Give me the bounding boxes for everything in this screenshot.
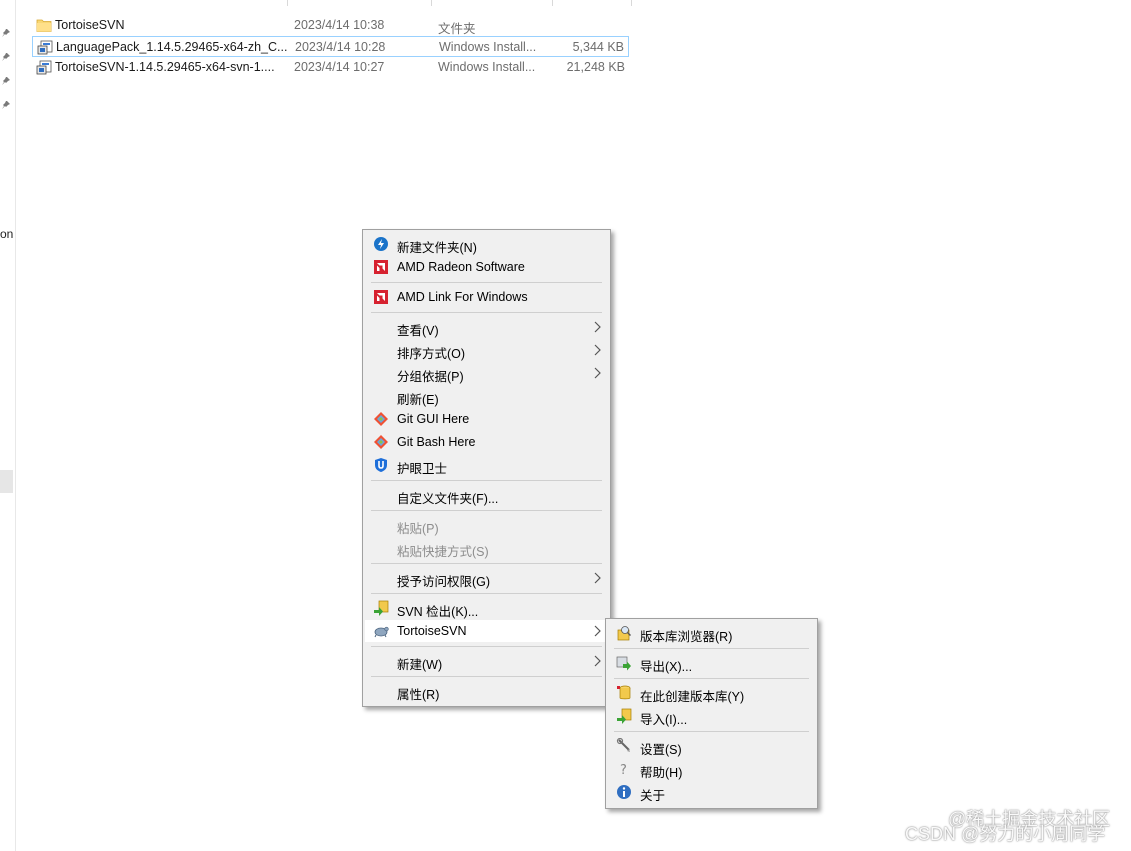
submenu-item-create-repo[interactable]: 在此创建版本库(Y) [608,682,815,704]
menu-item-git-bash[interactable]: Git Bash Here [365,431,608,453]
git-icon [374,412,388,426]
menu-separator [371,282,602,283]
chevron-right-icon [594,655,601,667]
column-divider[interactable] [287,0,288,6]
pin-icon[interactable] [1,76,11,86]
submenu-item-settings[interactable]: 设置(S) [608,735,815,757]
shield-icon [375,458,387,472]
menu-separator [371,646,602,647]
menu-item-customize-folder[interactable]: 自定义文件夹(F)... [365,484,608,506]
column-header [17,0,632,6]
menu-item-git-gui[interactable]: Git GUI Here [365,408,608,430]
submenu-item-about[interactable]: 关于 [608,781,815,803]
svg-text:?: ? [620,763,627,777]
menu-item-tortoisesvn[interactable]: TortoiseSVN [365,620,608,642]
folder-icon [36,19,52,32]
navigation-pane: on [0,0,16,851]
file-name: LanguagePack_1.14.5.29465-x64-zh_C... [56,40,288,54]
menu-item-refresh[interactable]: 刷新(E) [365,385,608,407]
chevron-right-icon [594,321,601,333]
file-name: TortoiseSVN-1.14.5.29465-x64-svn-1.... [55,60,275,74]
column-divider[interactable] [552,0,553,6]
msi-installer-icon [36,60,52,75]
settings-icon [616,738,630,752]
menu-item-new[interactable]: 新建(W) [365,650,608,672]
file-date: 2023/4/14 10:27 [294,60,385,74]
file-row-languagepack[interactable]: LanguagePack_1.14.5.29465-x64-zh_C... 20… [32,36,629,57]
menu-item-paste-shortcut: 粘贴快捷方式(S) [397,545,489,559]
export-icon [616,656,631,671]
chevron-right-icon [594,344,601,356]
file-size: 21,248 KB [566,60,625,74]
watermark-line-2: CSDN @努力的小周同学 [905,824,1106,844]
menu-item-sort-by[interactable]: 排序方式(O) [365,339,608,361]
msi-installer-icon [37,40,53,55]
tortoise-icon [374,626,389,638]
repo-browser-icon [617,626,631,641]
menu-separator [371,510,602,511]
menu-item-group-by[interactable]: 分组依据(P) [365,362,608,384]
context-menu: 新建文件夹(N) AMD Radeon Software AMD Link Fo… [362,229,611,707]
git-icon [374,435,388,449]
submenu-item-import[interactable]: 导入(I)... [608,705,815,727]
menu-item-grant-access[interactable]: 授予访问权限(G) [365,567,608,589]
submenu-item-repo-browser[interactable]: 版本库浏览器(R) [608,622,815,644]
svn-checkout-icon [374,600,389,616]
menu-separator [371,593,602,594]
submenu-item-help[interactable]: ? 帮助(H) [608,758,815,780]
tortoisesvn-submenu: 版本库浏览器(R) 导出(X)... 在此创建版本库(Y) 导入(I)... 设… [605,618,818,809]
amd-icon [374,260,388,274]
file-type: Windows Install... [439,40,537,54]
nav-scrollbar-thumb[interactable] [0,470,13,493]
menu-separator [371,480,602,481]
menu-item-amd-radeon[interactable]: AMD Radeon Software [365,256,608,278]
file-row-folder[interactable]: TortoiseSVN 2023/4/14 10:38 文件夹 [32,15,629,36]
about-icon [617,785,631,799]
menu-item-properties[interactable]: 属性(R) [365,680,608,702]
menu-separator [614,678,809,679]
menu-separator [614,648,809,649]
chevron-right-icon [594,572,601,584]
menu-item-new-folder[interactable]: 新建文件夹(N) [365,233,608,255]
file-date: 2023/4/14 10:38 [294,18,385,32]
column-divider[interactable] [631,0,632,6]
pin-icon[interactable] [1,52,11,62]
nav-item-label[interactable]: on [0,227,13,241]
file-size: 5,344 KB [572,40,624,54]
menu-item-paste: 粘贴(P) [397,522,439,536]
amd-icon [374,290,388,304]
menu-separator [371,563,602,564]
menu-separator [371,676,602,677]
submenu-item-export[interactable]: 导出(X)... [608,652,815,674]
file-date: 2023/4/14 10:28 [295,40,386,54]
menu-item-amd-link[interactable]: AMD Link For Windows [365,286,608,308]
menu-separator [614,731,809,732]
chevron-right-icon [594,367,601,379]
file-type: 文件夹 [438,22,476,36]
new-folder-icon [374,237,388,251]
menu-item-svn-checkout[interactable]: SVN 检出(K)... [365,597,608,619]
menu-separator [371,312,602,313]
column-divider[interactable] [431,0,432,6]
create-repo-icon [617,685,631,700]
file-name: TortoiseSVN [55,18,125,32]
file-type: Windows Install... [438,60,536,74]
pin-icon[interactable] [1,28,11,38]
menu-item-view[interactable]: 查看(V) [365,316,608,338]
file-row-tortoisesvn-installer[interactable]: TortoiseSVN-1.14.5.29465-x64-svn-1.... 2… [32,57,629,78]
chevron-right-icon [594,625,601,637]
help-icon: ? [620,763,627,777]
menu-item-eye-guard[interactable]: 护眼卫士 [365,454,608,476]
pin-icon[interactable] [1,100,11,110]
import-icon [617,708,632,724]
